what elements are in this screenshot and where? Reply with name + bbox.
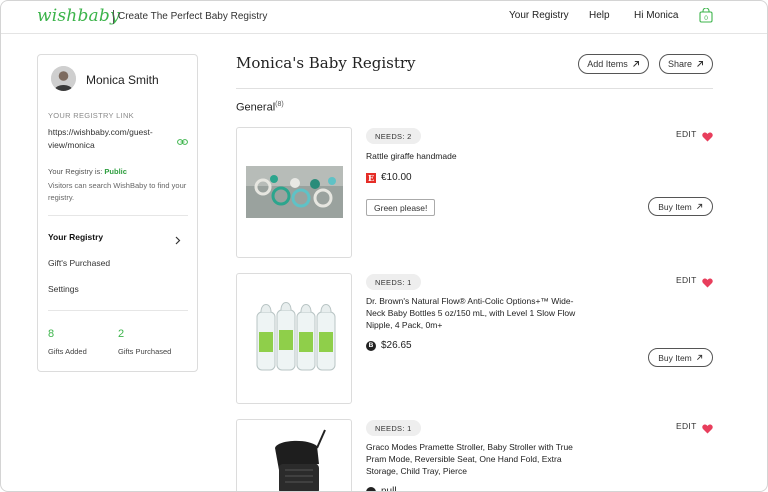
registry-link-heading: YOUR REGISTRY LINK — [48, 111, 134, 120]
arrow-up-right-icon — [696, 354, 702, 360]
gifts-added-count: 8 — [48, 328, 55, 340]
store-logo-icon: E — [366, 172, 376, 183]
cart-count: 0 — [704, 15, 708, 22]
buy-item-button[interactable]: Buy Item — [648, 197, 713, 216]
price-value: €10.00 — [381, 172, 412, 183]
store-logo-icon: B — [366, 340, 376, 351]
buy-item-label: Buy Item — [658, 352, 692, 363]
item-price: E €10.00 — [366, 172, 412, 183]
store-logo-icon — [366, 486, 376, 492]
item-note: Green please! — [366, 199, 436, 216]
sidebar-item-gifts-purchased[interactable]: Gift's Purchased — [48, 258, 110, 268]
price-value: $26.65 — [381, 340, 412, 351]
gifts-purchased-count: 2 — [118, 328, 125, 340]
chevron-right-icon — [174, 232, 181, 245]
heart-icon[interactable] — [702, 129, 713, 142]
section-name: General — [236, 101, 276, 114]
cart-icon[interactable]: 0 — [699, 7, 713, 23]
heart-icon[interactable] — [702, 421, 713, 434]
share-label: Share — [667, 59, 693, 69]
sidebar-divider — [48, 310, 188, 311]
section-title: General(8) — [236, 101, 284, 114]
arrow-up-right-icon — [632, 61, 639, 67]
item-name[interactable]: Graco Modes Pramette Stroller, Baby Stro… — [366, 441, 581, 477]
heart-icon[interactable] — [702, 275, 713, 288]
product-image-bottles[interactable] — [236, 273, 352, 404]
sidebar-item-your-registry[interactable]: Your Registry — [48, 232, 103, 242]
avatar — [51, 66, 76, 91]
edit-link[interactable]: EDIT — [676, 275, 697, 285]
copy-link-icon[interactable] — [177, 133, 188, 145]
item-name[interactable]: Rattle giraffe handmade — [366, 150, 581, 162]
item-price: null — [366, 486, 397, 492]
add-items-label: Add Items — [587, 59, 628, 69]
title-divider — [236, 88, 713, 89]
arrow-up-right-icon — [697, 61, 704, 67]
profile-sidebar: Monica Smith YOUR REGISTRY LINK https://… — [37, 54, 198, 372]
gifts-added-label: Gifts Added — [48, 347, 87, 356]
buy-item-button[interactable]: Buy Item — [648, 348, 713, 367]
nav-help[interactable]: Help — [589, 10, 610, 21]
profile-name: Monica Smith — [86, 73, 159, 87]
wishbaby-logo[interactable]: wishbaby — [37, 6, 120, 26]
visitors-note: Visitors can search WishBaby to find you… — [48, 181, 187, 202]
gifts-purchased-label: Gifts Purchased — [118, 347, 172, 356]
top-header: wishbaby Create The Perfect Baby Registr… — [0, 0, 768, 34]
add-items-button[interactable]: Add Items — [578, 54, 649, 74]
nav-your-registry[interactable]: Your Registry — [509, 10, 569, 21]
status-public-badge: Public — [104, 167, 127, 176]
product-image-stroller[interactable] — [236, 419, 352, 492]
arrow-up-right-icon — [696, 203, 702, 209]
sidebar-divider — [48, 215, 188, 216]
edit-link[interactable]: EDIT — [676, 129, 697, 139]
nav-account[interactable]: Hi Monica — [634, 10, 678, 21]
edit-link[interactable]: EDIT — [676, 421, 697, 431]
item-name[interactable]: Dr. Brown's Natural Flow® Anti-Colic Opt… — [366, 295, 581, 331]
sidebar-item-settings[interactable]: Settings — [48, 284, 79, 294]
item-price: B $26.65 — [366, 340, 412, 351]
section-count: (8) — [275, 101, 284, 108]
share-button[interactable]: Share — [659, 54, 713, 74]
price-value: null — [381, 486, 397, 492]
product-image-rattle[interactable] — [236, 127, 352, 258]
buy-item-label: Buy Item — [658, 201, 692, 212]
logo-divider — [113, 10, 114, 24]
needs-badge: NEEDS: 1 — [366, 274, 421, 290]
registry-link[interactable]: https://wishbaby.com/guest-view/monica — [48, 126, 170, 152]
status-prefix: Your Registry is: — [48, 167, 103, 176]
registry-status: Your Registry is: Public — [48, 167, 127, 176]
page-title: Monica's Baby Registry — [236, 54, 416, 72]
needs-badge: NEEDS: 2 — [366, 128, 421, 144]
needs-badge: NEEDS: 1 — [366, 420, 421, 436]
tagline: Create The Perfect Baby Registry — [118, 11, 268, 22]
